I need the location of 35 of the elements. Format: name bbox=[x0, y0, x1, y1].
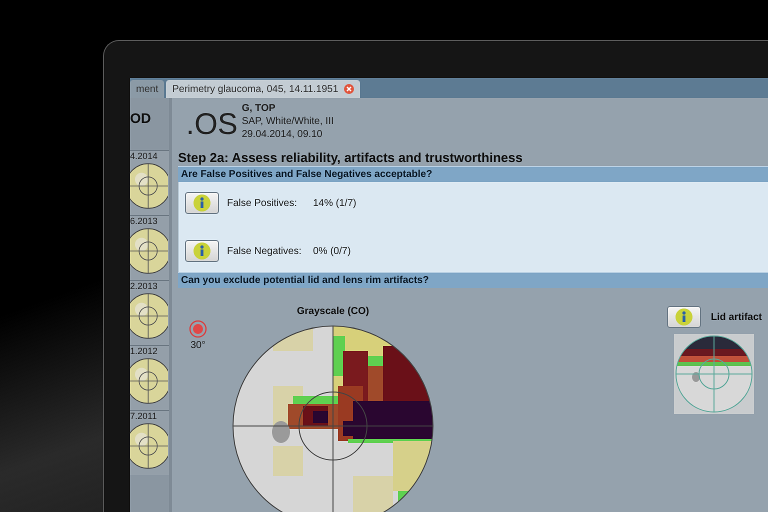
patient-name: G, TOP bbox=[242, 102, 276, 115]
info-button[interactable] bbox=[185, 240, 219, 262]
metric-label: False Negatives: bbox=[227, 246, 302, 256]
tab[interactable]: Perimetry glaucoma, 045, 14.11.1951 bbox=[166, 80, 360, 98]
thumbnail-date: 7.2011 bbox=[130, 411, 158, 421]
lid-artifact-label: Lid artifact bbox=[710, 312, 762, 322]
close-icon[interactable] bbox=[344, 84, 354, 94]
stimulus-angle: 30° bbox=[190, 340, 206, 351]
visual-field-thumbnail[interactable] bbox=[130, 421, 168, 471]
info-button[interactable] bbox=[666, 306, 701, 328]
tab[interactable]: ment bbox=[130, 80, 164, 98]
thumbnail-date: 6.2013 bbox=[130, 216, 159, 226]
eye-label: OD bbox=[130, 109, 152, 128]
visual-field-thumbnail[interactable] bbox=[130, 226, 168, 276]
target-icon bbox=[189, 320, 207, 338]
test-type: SAP, White/White, III bbox=[242, 115, 334, 128]
visual-field-thumbnail[interactable] bbox=[130, 291, 168, 341]
info-icon bbox=[193, 194, 211, 212]
exam-datetime: 29.04.2014, 09.10 bbox=[242, 128, 324, 141]
info-icon bbox=[193, 242, 211, 260]
thumbnail-date: 4.2014 bbox=[130, 151, 159, 161]
metric-label: False Positives: bbox=[227, 198, 298, 208]
plot-title: Grayscale (CO) bbox=[296, 306, 370, 317]
eye-label: .OS bbox=[186, 107, 238, 142]
thumbnail-date: 2.2013 bbox=[130, 281, 159, 291]
step-title: Step 2a: Assess reliability, artifacts and trustworthiness bbox=[178, 150, 524, 165]
info-button[interactable] bbox=[185, 192, 219, 214]
question-header: Can you exclude potential lid and lens rim artifacts? bbox=[178, 272, 768, 288]
visual-field-thumbnail[interactable] bbox=[130, 356, 168, 406]
metric-value: 14% (1/7) bbox=[313, 198, 356, 208]
metric-value: 0% (0/7) bbox=[313, 246, 351, 256]
question-header: Are False Positives and False Negatives acceptable? bbox=[178, 166, 768, 182]
visual-field-thumbnail[interactable] bbox=[130, 161, 168, 211]
thumbnail-date: 1.2012 bbox=[130, 346, 159, 356]
info-icon bbox=[674, 308, 693, 326]
